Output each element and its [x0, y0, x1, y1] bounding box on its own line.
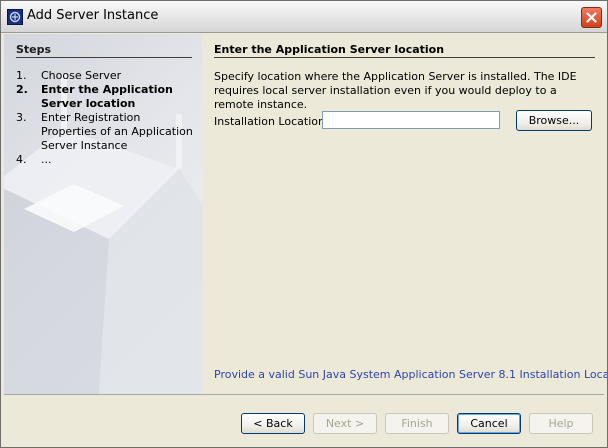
step-item-3: 3. Enter Registration Properties of an A… — [16, 111, 196, 153]
instructions-text: Specify location where the Application S… — [214, 70, 577, 111]
browse-button[interactable]: Browse... — [516, 110, 592, 131]
installation-location-label: Installation Location — [214, 115, 325, 128]
status-message: Provide a valid Sun Java System Applicat… — [214, 368, 608, 381]
footer-divider — [4, 394, 604, 395]
steps-list: 1. Choose Server 2. Enter the Applicatio… — [16, 69, 196, 167]
steps-divider — [16, 57, 192, 58]
title-bar[interactable]: Add Server Instance — [1, 1, 607, 33]
cancel-button[interactable]: Cancel — [457, 413, 521, 434]
step-item-2-current: 2. Enter the Application Server location — [16, 83, 196, 111]
panel-divider — [214, 57, 595, 58]
app-icon — [7, 9, 23, 25]
content-panel: Enter the Application Server location Sp… — [202, 34, 608, 394]
step-number: 2. — [16, 83, 28, 96]
add-server-instance-dialog: Add Server Instance Steps 1. Choose Serv… — [0, 0, 608, 448]
step-number: 1. — [16, 69, 27, 82]
step-number: 3. — [16, 111, 27, 124]
help-button[interactable]: Help — [529, 413, 593, 434]
step-item-4: 4. ... — [16, 153, 196, 167]
next-button[interactable]: Next > — [313, 413, 377, 434]
steps-heading: Steps — [16, 43, 52, 56]
back-button[interactable]: < Back — [241, 413, 305, 434]
step-label: Choose Server — [41, 69, 122, 82]
steps-panel: Steps 1. Choose Server 2. Enter the Appl… — [4, 34, 202, 394]
step-label: Enter Registration Properties of an Appl… — [41, 111, 193, 152]
step-label: ... — [41, 153, 52, 166]
finish-button[interactable]: Finish — [385, 413, 449, 434]
step-number: 4. — [16, 153, 27, 166]
close-icon[interactable] — [581, 7, 602, 28]
window-title: Add Server Instance — [27, 8, 159, 23]
installation-location-input[interactable] — [322, 111, 500, 129]
panel-title: Enter the Application Server location — [214, 43, 445, 56]
step-label: Enter the Application Server location — [41, 83, 173, 110]
step-item-1: 1. Choose Server — [16, 69, 196, 83]
